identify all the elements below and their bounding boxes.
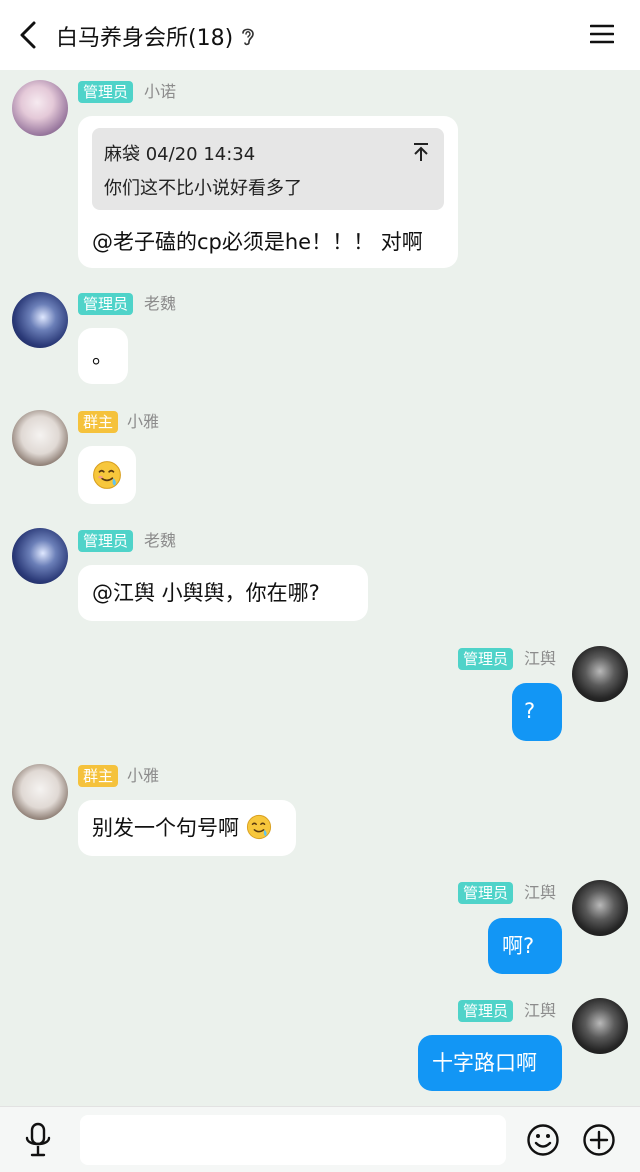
avatar[interactable] [572,998,628,1054]
group-name: 白马养身会所(18) [56,26,234,51]
back-button[interactable] [14,18,44,52]
sender-name: 小诺 [144,82,177,101]
chat-header: 白马养身会所(18) [0,0,640,70]
role-badge-owner: 群主 [78,765,119,787]
quoted-message[interactable]: 麻袋 04/20 14:34 你们这不比小说好看多了 [92,128,444,210]
sender-name: 江舆 [524,883,557,902]
message-list[interactable]: 管理员 小诺 麻袋 04/20 14:34 你们这不比小说好看多了 @老子磕的c… [0,70,640,1106]
plus-circle-icon[interactable] [582,1123,616,1157]
smiley-icon[interactable] [526,1123,560,1157]
message-bubble[interactable]: 十字路口啊 [418,1035,562,1091]
ear-icon [242,28,254,46]
sender-name: 小雅 [127,412,160,431]
avatar[interactable] [572,880,628,936]
message-text: 别发一个句号啊 [92,816,239,840]
message-bubble[interactable]: @江舆 小舆舆，你在哪? [78,565,368,621]
message-text: 十字路口啊 [432,1051,537,1075]
sender-name: 老魏 [144,294,177,313]
role-badge-admin: 管理员 [78,81,134,103]
role-badge-admin: 管理员 [458,1000,514,1022]
sender-name: 小雅 [127,766,160,785]
role-badge-owner: 群主 [78,411,119,433]
role-badge-admin: 管理员 [78,293,134,315]
message-bubble[interactable]: ? [512,683,562,741]
sender-name: 老魏 [144,531,177,550]
sender-name: 江舆 [524,1001,557,1020]
message-bubble[interactable]: 啊? [488,918,562,974]
message-text: ? [524,699,536,723]
role-badge-admin: 管理员 [78,530,134,552]
message-bubble[interactable]: 。 [78,328,128,384]
avatar[interactable] [572,646,628,702]
message-text: 。 [92,344,113,368]
avatar[interactable] [12,528,68,584]
avatar[interactable] [12,80,68,136]
role-badge-admin: 管理员 [458,882,514,904]
message-text: 啊? [502,934,535,958]
quote-author-time: 麻袋 04/20 14:34 [104,144,256,165]
quote-text: 你们这不比小说好看多了 [104,178,302,199]
jump-to-top-icon[interactable] [412,142,430,162]
input-bar [0,1106,640,1172]
sweat-smile-emoji [93,461,121,489]
avatar[interactable] [12,410,68,466]
microphone-icon[interactable] [22,1121,54,1159]
hamburger-menu-icon[interactable] [590,23,614,45]
group-title[interactable]: 白马养身会所(18) [56,20,257,52]
avatar[interactable] [12,764,68,820]
avatar[interactable] [12,292,68,348]
message-bubble[interactable]: 别发一个句号啊 [78,800,296,856]
message-text: @老子磕的cp必须是he！！！ 对啊 [92,230,423,254]
message-input[interactable] [80,1115,506,1165]
role-badge-admin: 管理员 [458,648,514,670]
message-bubble[interactable] [78,446,136,504]
sweat-smile-emoji [246,814,271,840]
message-text: @江舆 小舆舆，你在哪? [92,581,320,605]
sender-name: 江舆 [524,649,557,668]
